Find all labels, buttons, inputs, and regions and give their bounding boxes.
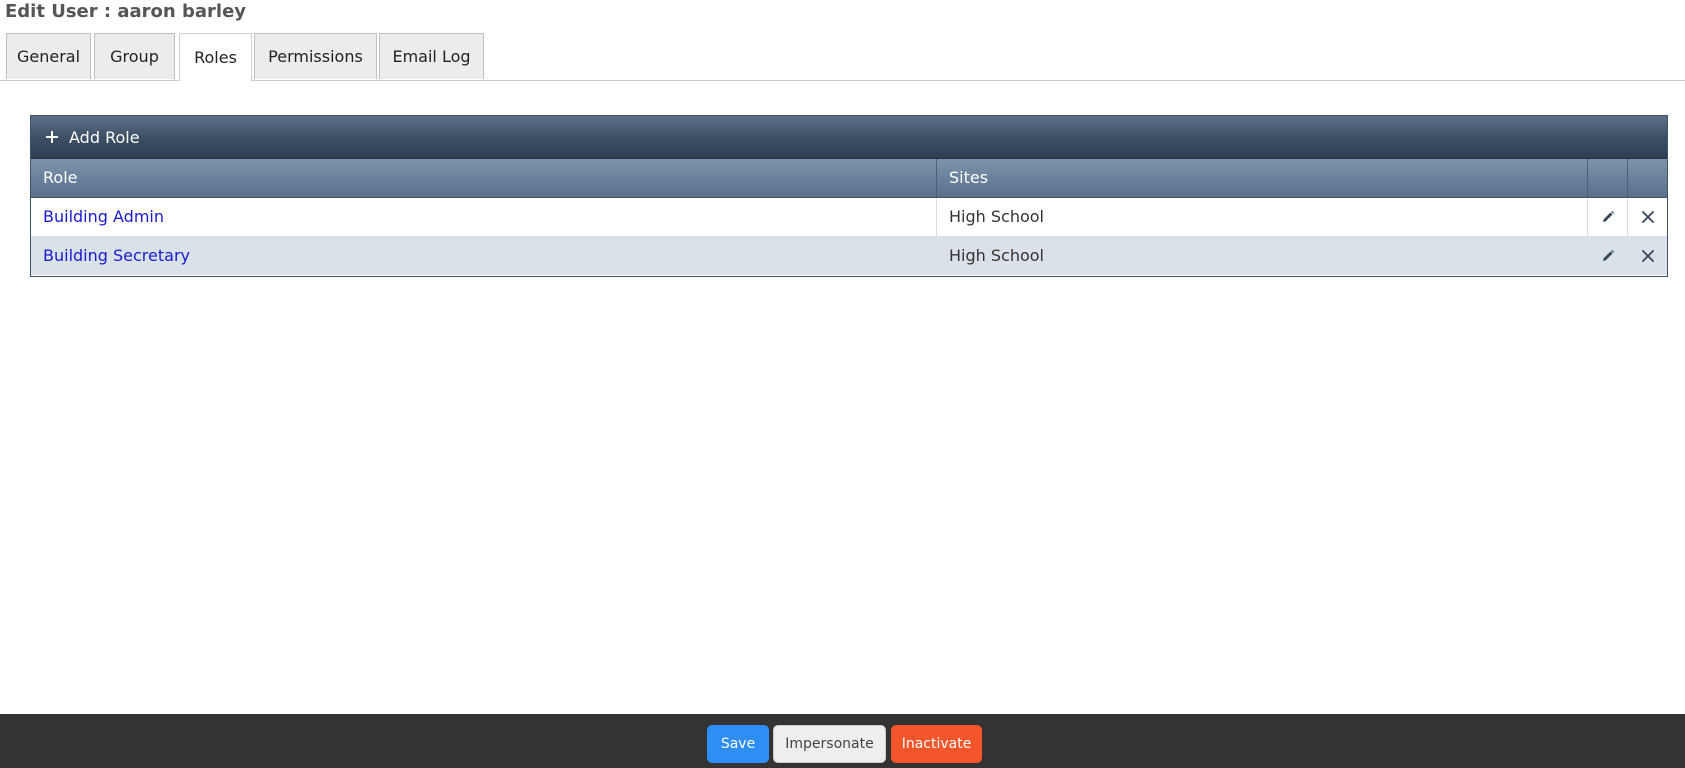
save-button[interactable]: Save (707, 725, 769, 763)
role-link[interactable]: Building Admin (31, 198, 937, 236)
tab-group[interactable]: Group (94, 33, 175, 79)
edit-row-button[interactable] (1588, 237, 1628, 275)
table-row: Building Admin High School (31, 198, 1667, 236)
edit-user-page: Edit User : aaron barley General Group R… (0, 0, 1685, 768)
close-icon (1641, 250, 1654, 262)
add-role-label: Add Role (69, 127, 140, 147)
close-icon (1641, 211, 1654, 223)
table-row: Building Secretary High School (31, 237, 1667, 275)
roles-grid: Add Role Role Sites Building Admin High … (30, 115, 1668, 277)
tab-label: General (16, 47, 81, 66)
delete-row-button[interactable] (1628, 237, 1667, 275)
tab-label: Permissions (268, 47, 363, 66)
tab-general[interactable]: General (6, 33, 91, 79)
column-header-role[interactable]: Role (31, 159, 937, 197)
page-title: Edit User : aaron barley (5, 1, 247, 22)
grid-header: Role Sites (31, 159, 1667, 198)
impersonate-button[interactable]: Impersonate (773, 725, 886, 763)
sites-cell: High School (937, 198, 1588, 236)
sites-cell: High School (949, 246, 1044, 265)
column-header-delete (1628, 159, 1667, 197)
add-role-button[interactable]: Add Role (31, 116, 1667, 159)
tab-label: Email Log (392, 47, 471, 66)
pencil-icon (1602, 210, 1614, 222)
tab-roles[interactable]: Roles (179, 33, 252, 81)
delete-row-button[interactable] (1628, 198, 1667, 236)
edit-row-button[interactable] (1588, 198, 1628, 236)
tab-bar: General Group Roles Permissions Email Lo… (0, 33, 1685, 81)
tab-label: Group (110, 47, 159, 66)
column-header-edit (1588, 159, 1628, 197)
action-footer: Save Impersonate Inactivate (0, 714, 1685, 768)
plus-icon (45, 130, 59, 144)
pencil-icon (1603, 249, 1615, 261)
column-header-sites[interactable]: Sites (937, 159, 1588, 197)
tab-label: Roles (194, 48, 237, 67)
tab-email-log[interactable]: Email Log (379, 33, 484, 79)
role-link[interactable]: Building Secretary (31, 237, 937, 275)
inactivate-button[interactable]: Inactivate (891, 725, 982, 763)
tab-permissions[interactable]: Permissions (254, 33, 377, 79)
